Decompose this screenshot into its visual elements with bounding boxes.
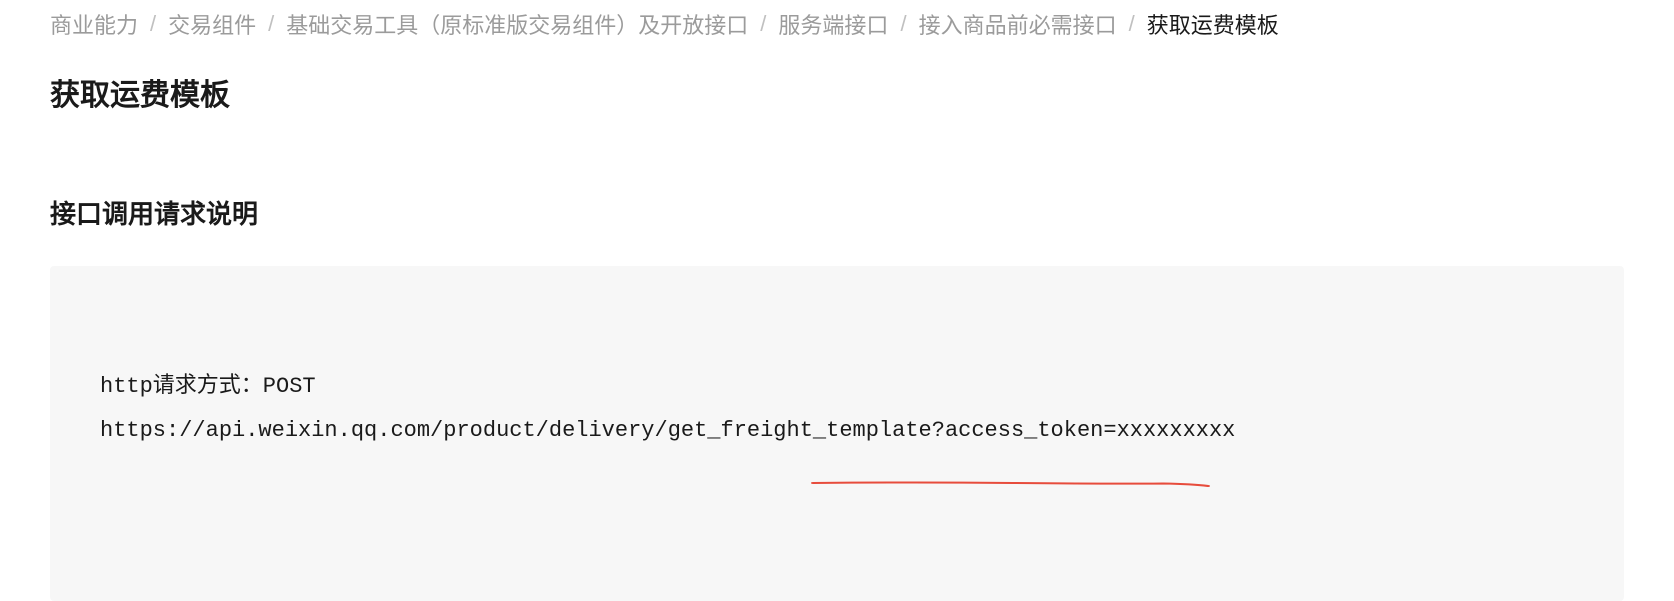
breadcrumb-item-3[interactable]: 服务端接口 (778, 8, 888, 40)
breadcrumb-item-current: 获取运费模板 (1147, 8, 1279, 40)
code-line-2: https://api.weixin.qq.com/product/delive… (100, 409, 1574, 453)
breadcrumb-item-0[interactable]: 商业能力 (50, 8, 138, 40)
breadcrumb-separator: / (268, 11, 274, 37)
code-line-1: http请求方式：POST (100, 365, 1574, 409)
breadcrumb-separator: / (900, 11, 906, 37)
breadcrumb-item-4[interactable]: 接入商品前必需接口 (919, 8, 1117, 40)
breadcrumb: 商业能力 / 交易组件 / 基础交易工具（原标准版交易组件）及开放接口 / 服务… (50, 0, 1624, 70)
breadcrumb-separator: / (1129, 11, 1135, 37)
breadcrumb-separator: / (760, 11, 766, 37)
breadcrumb-item-1[interactable]: 交易组件 (168, 8, 256, 40)
page-title: 获取运费模板 (50, 70, 1624, 114)
code-block: http请求方式：POSThttps://api.weixin.qq.com/p… (50, 266, 1624, 601)
breadcrumb-separator: / (150, 11, 156, 37)
section-title: 接口调用请求说明 (50, 194, 1624, 231)
breadcrumb-item-2[interactable]: 基础交易工具（原标准版交易组件）及开放接口 (286, 8, 748, 40)
